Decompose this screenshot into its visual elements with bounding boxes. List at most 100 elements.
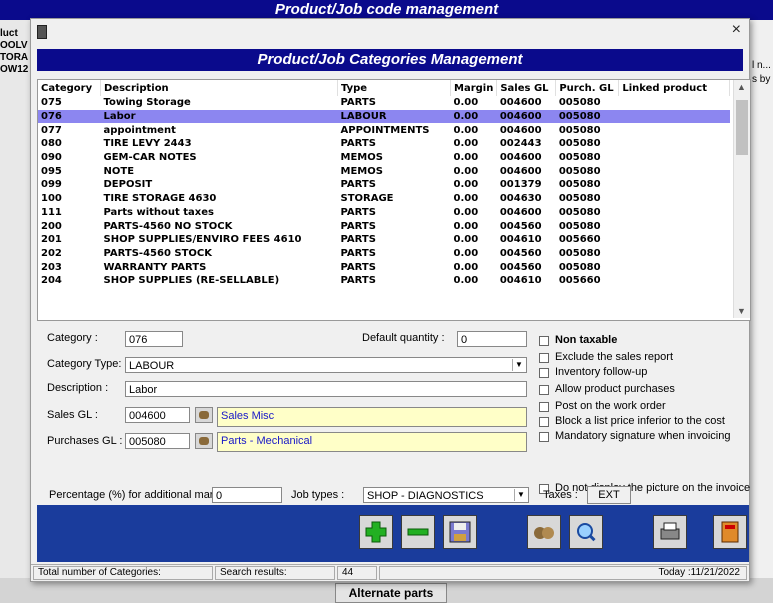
col-category[interactable]: Category xyxy=(38,80,101,96)
categories-table[interactable]: Category Description Type Margin Sales G… xyxy=(37,79,751,321)
job-types-label: Job types : xyxy=(291,489,345,501)
cell-sales-gl: 004600 xyxy=(499,152,542,164)
cell-category: 202 xyxy=(41,247,62,259)
block-list-price-checkbox[interactable] xyxy=(539,417,549,427)
cell-type: PARTS xyxy=(340,261,376,273)
cell-purch-gl: 005080 xyxy=(558,206,601,218)
col-type[interactable]: Type xyxy=(337,80,451,96)
cell-margin: 0.00 xyxy=(453,261,479,273)
scroll-thumb[interactable] xyxy=(736,100,748,155)
cell-purch-gl: 005080 xyxy=(558,152,601,164)
outer-window-title: Product/Job code management xyxy=(0,0,773,20)
cell-category: 100 xyxy=(41,193,62,205)
exclude-sales-text: Exclude the sales report xyxy=(555,351,674,363)
table-row[interactable]: 201 SHOP SUPPLIES/ENVIRO FEES 4610 PARTS 0.… xyxy=(38,233,730,247)
sales-gl-label: Sales GL : xyxy=(47,409,98,421)
col-purch-gl[interactable]: Purch. GL xyxy=(555,80,620,96)
alternate-parts-button[interactable]: Alternate parts xyxy=(335,583,447,603)
print-button[interactable] xyxy=(653,515,687,549)
cell-description: Parts without taxes xyxy=(103,206,214,218)
post-work-order-text: Post on the work order xyxy=(555,400,666,412)
category-field[interactable]: 076 xyxy=(125,331,183,347)
cell-linked-product xyxy=(619,260,730,274)
table-row[interactable]: 099 DEPOSIT PARTS 0.00 001379 005080 xyxy=(38,178,730,192)
table-row[interactable]: 090 GEM-CAR NOTES MEMOS 0.00 004600 005080 xyxy=(38,151,730,165)
chevron-down-icon[interactable]: ▼ xyxy=(512,359,525,371)
non-taxable-checkbox[interactable] xyxy=(539,336,549,346)
lookup-button[interactable] xyxy=(527,515,561,549)
no-picture-text: Do not display the picture on the invoic… xyxy=(555,482,751,494)
table-row[interactable]: 204 SHOP SUPPLIES (RE-SELLABLE) PARTS 0.00 0… xyxy=(38,274,730,288)
cell-sales-gl: 004600 xyxy=(499,165,542,177)
search-button[interactable] xyxy=(569,515,603,549)
col-description[interactable]: Description xyxy=(100,80,338,96)
col-sales-gl[interactable]: Sales GL xyxy=(496,80,557,96)
plus-icon xyxy=(365,521,387,543)
cell-sales-gl: 004560 xyxy=(499,261,542,273)
post-work-order-checkbox[interactable] xyxy=(539,402,549,412)
table-row[interactable]: 080 TIRE LEVY 2443 PARTS 0.00 002443 005080 xyxy=(38,137,730,151)
table-row[interactable]: 076 Labor LABOUR 0.00 004600 005080 xyxy=(38,109,730,124)
purchases-gl-lookup-button[interactable] xyxy=(195,433,213,449)
job-types-value: SHOP - DIAGNOSTICS xyxy=(367,490,484,502)
cell-purch-gl: 005080 xyxy=(558,193,601,205)
delete-button[interactable] xyxy=(401,515,435,549)
window-menu-icon[interactable] xyxy=(37,25,47,39)
mandatory-signature-text: Mandatory signature when invoicing xyxy=(555,430,731,442)
cell-type: PARTS xyxy=(340,138,376,150)
cell-margin: 0.00 xyxy=(453,138,479,150)
bg-right-text-1: l n... xyxy=(752,60,771,71)
table-row[interactable]: 100 TIRE STORAGE 4630 STORAGE 0.00 004630 005… xyxy=(38,192,730,206)
table-row[interactable]: 075 Towing Storage PARTS 0.00 004600 005080 xyxy=(38,96,730,110)
inventory-checkbox[interactable] xyxy=(539,368,549,378)
table-row[interactable]: 203 WARRANTY PARTS PARTS 0.00 004560 005080 xyxy=(38,260,730,274)
table-scrollbar[interactable]: ▲ ▼ xyxy=(733,80,750,318)
bg-left-text-1: luct xyxy=(0,28,18,39)
cell-sales-gl: 004600 xyxy=(496,109,556,124)
default-qty-field[interactable]: 0 xyxy=(457,331,527,347)
table-row[interactable]: 111 Parts without taxes PARTS 0.00 004600 005… xyxy=(38,206,730,220)
exclude-sales-checkbox[interactable] xyxy=(539,353,549,363)
search-icon xyxy=(199,411,209,419)
table-row[interactable]: 202 PARTS-4560 STOCK PARTS 0.00 004560 005080 xyxy=(38,247,730,261)
table-row[interactable]: 095 NOTE MEMOS 0.00 004600 005080 xyxy=(38,164,730,178)
cell-purch-gl: 005080 xyxy=(558,247,601,259)
cell-sales-gl: 004600 xyxy=(499,206,542,218)
cell-type: MEMOS xyxy=(340,165,383,177)
mandatory-signature-checkbox[interactable] xyxy=(539,432,549,442)
purchases-gl-field[interactable]: 005080 xyxy=(125,433,190,449)
cell-sales-gl: 004610 xyxy=(499,275,542,287)
close-icon[interactable]: × xyxy=(732,21,741,39)
cell-description: TIRE STORAGE 4630 xyxy=(103,193,217,205)
cell-description: appointment xyxy=(103,124,176,136)
exit-door-icon xyxy=(721,521,739,543)
save-button[interactable] xyxy=(443,515,477,549)
cell-linked-product xyxy=(619,247,730,261)
col-linked-product[interactable]: Linked product xyxy=(618,80,730,96)
table-row[interactable]: 200 PARTS-4560 NO STOCK PARTS 0.00 004560 005… xyxy=(38,219,730,233)
category-type-select[interactable]: LABOUR ▼ xyxy=(125,357,527,373)
description-field[interactable]: Labor xyxy=(125,381,527,397)
margin-field[interactable]: 0 xyxy=(212,487,282,503)
scroll-up-icon[interactable]: ▲ xyxy=(737,82,746,92)
cell-linked-product xyxy=(619,123,730,137)
taxes-button[interactable]: EXT xyxy=(587,486,631,504)
exit-button[interactable] xyxy=(713,515,747,549)
cell-description: Labor xyxy=(100,109,338,124)
cell-purch-gl: 005080 xyxy=(558,97,601,109)
cell-sales-gl: 004630 xyxy=(499,193,542,205)
bg-left-text-4: OW12 xyxy=(0,64,29,75)
table-row[interactable]: 077 appointment APPOINTMENTS 0.00 004600 0050… xyxy=(38,123,730,137)
col-margin[interactable]: Margin xyxy=(450,80,498,96)
category-form: Category : 076 Default quantity : 0 Cate… xyxy=(37,322,751,505)
sales-gl-lookup-button[interactable] xyxy=(195,407,213,423)
job-types-select[interactable]: SHOP - DIAGNOSTICS ▼ xyxy=(363,487,529,503)
chevron-down-icon[interactable]: ▼ xyxy=(514,489,527,501)
scroll-down-icon[interactable]: ▼ xyxy=(737,306,746,316)
add-button[interactable] xyxy=(359,515,393,549)
cell-description: SHOP SUPPLIES/ENVIRO FEES 4610 xyxy=(103,234,302,246)
margin-label: Percentage (%) for additional margin : xyxy=(49,489,235,501)
cell-purch-gl: 005080 xyxy=(558,138,601,150)
allow-purchases-checkbox[interactable] xyxy=(539,385,549,395)
sales-gl-field[interactable]: 004600 xyxy=(125,407,190,423)
